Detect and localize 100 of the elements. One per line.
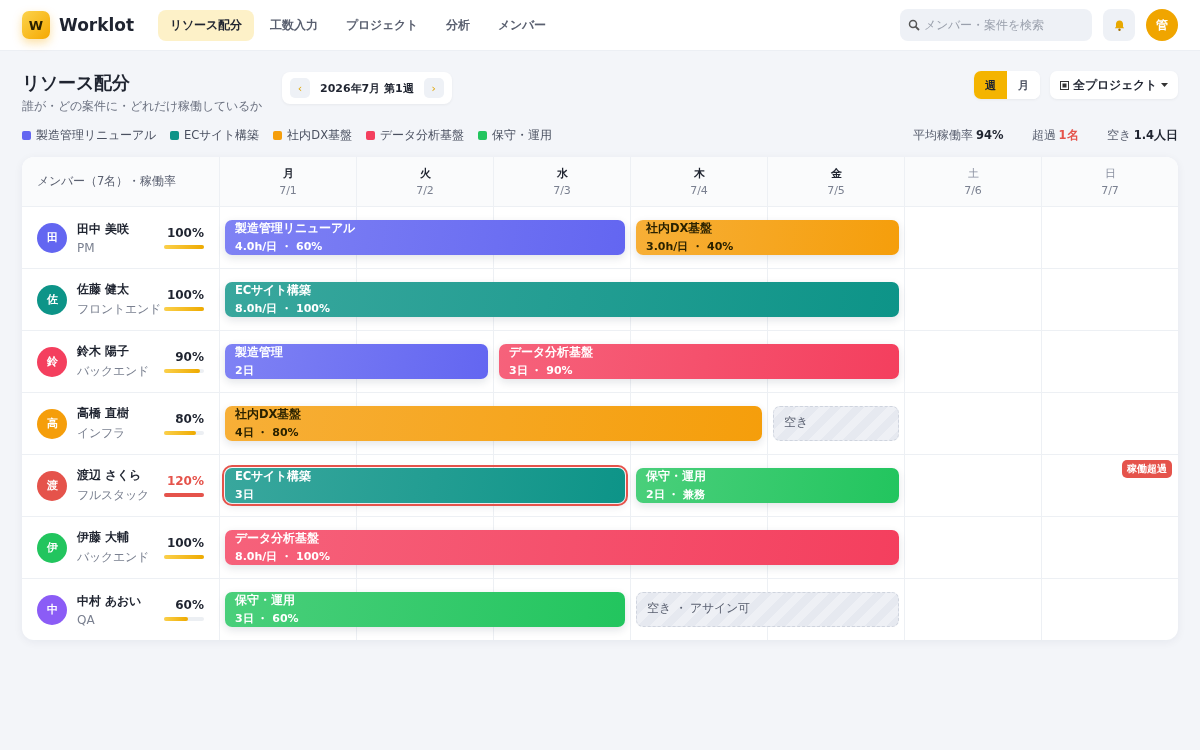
view-toggle[interactable]: 週 [974, 71, 1007, 99]
member-role: QA [77, 612, 96, 627]
utilization-rate: 90% [175, 350, 204, 364]
nav-tab[interactable]: メンバー [486, 9, 559, 41]
assignment-bar[interactable]: 社内DX基盤 4日 ・ 80% [225, 406, 762, 441]
utilization-rate: 100% [166, 288, 204, 302]
member-name: 佐藤 健太 [77, 281, 131, 298]
bar-title: 製造管理リニューアル [235, 221, 356, 236]
page-subtitle: 誰が・どの案件に・どれだけ稼働しているか [22, 99, 262, 114]
assignment-bar[interactable]: 社内DX基盤 3.0h/日 ・ 40% [636, 220, 899, 255]
utilization-rate: 60% [175, 598, 204, 612]
member-column-header: メンバー（7名）・稼働率 [37, 174, 177, 189]
day-date: 7/3 [553, 184, 571, 197]
bar-title: ECサイト構築 [235, 469, 313, 484]
member-role: バックエンド [77, 549, 150, 566]
summary-stat: 平均稼働率 94% [913, 128, 1004, 143]
utilization-meter [164, 617, 204, 621]
bar-detail: 2日 ・ 兼務 [646, 487, 707, 502]
day-date: 7/1 [279, 184, 297, 197]
member-avatar: 佐 [37, 284, 67, 315]
member-avatar: 高 [37, 408, 67, 439]
legend-label: 保守・運用 [492, 128, 553, 143]
bar-title: データ分析基盤 [235, 531, 320, 546]
utilization-meter [164, 493, 204, 497]
day-date: 7/6 [964, 184, 982, 197]
bar-detail: 3日 ・ 90% [509, 363, 574, 378]
member-avatar: 渡 [37, 470, 67, 501]
nav-tab[interactable]: リソース配分 [158, 9, 255, 41]
bar-detail: 3.0h/日 ・ 40% [646, 239, 735, 254]
utilization-meter [164, 245, 204, 249]
view-toggle[interactable]: 月 [1007, 71, 1040, 99]
day-name: 土 [967, 166, 979, 181]
utilization-rate: 120% [166, 474, 204, 488]
page-title: リソース配分 [22, 71, 131, 95]
app-logo: W [22, 11, 50, 39]
legend-label: 製造管理リニューアル [36, 128, 156, 143]
member-role: PM [77, 240, 96, 255]
assignment-bar[interactable]: 製造管理リニューアル 4.0h/日 ・ 60% [225, 220, 625, 255]
legend-label: データ分析基盤 [380, 128, 465, 143]
bar-title: 社内DX基盤 [646, 221, 714, 236]
member-name: 鈴木 陽子 [77, 343, 131, 360]
nav-tab[interactable]: 分析 [434, 9, 483, 41]
member-role: バックエンド [77, 363, 150, 380]
member-role: フルスタック [77, 487, 150, 504]
utilization-rate: 100% [166, 226, 204, 240]
day-date: 7/2 [416, 184, 434, 197]
bar-title: 社内DX基盤 [235, 407, 303, 422]
nav-tab[interactable]: 工数入力 [258, 9, 331, 41]
nav-tab[interactable]: プロジェクト [334, 9, 431, 41]
bar-title: 製造管理 [235, 345, 284, 360]
bar-detail: 8.0h/日 ・ 100% [235, 549, 331, 564]
member-role: フロントエンド [77, 301, 162, 318]
utilization-rate: 100% [166, 536, 204, 550]
overload-badge: 稼働超過 [1122, 460, 1172, 478]
day-date: 7/4 [690, 184, 708, 197]
member-name: 田中 美咲 [77, 220, 131, 238]
utilization-meter [164, 555, 204, 559]
period-label: 2026年7月 第1週 [320, 80, 414, 96]
bar-detail: 4.0h/日 ・ 60% [235, 239, 324, 254]
bar-title: データ分析基盤 [509, 345, 594, 360]
legend-label: ECサイト構築 [184, 128, 260, 143]
square-icon [1060, 80, 1069, 90]
member-name: 渡辺 さくら [77, 467, 143, 484]
member-name: 伊藤 大輔 [77, 529, 131, 546]
member-avatar: 伊 [37, 532, 67, 563]
utilization-meter [164, 369, 204, 373]
day-name: 木 [693, 166, 705, 181]
member-avatar: 中 [37, 594, 67, 625]
bar-detail: 3日 [235, 487, 255, 502]
free-slot[interactable]: 空き ・ アサイン可 [636, 592, 899, 627]
assignment-bar[interactable]: ECサイト構築 3日 [225, 468, 625, 503]
bar-detail: 8.0h/日 ・ 100% [235, 301, 331, 316]
day-date: 7/5 [827, 184, 845, 197]
bar-title: 保守・運用 [646, 469, 707, 484]
member-avatar: 田 [37, 222, 67, 253]
assignment-bar[interactable]: 製造管理 2日 [225, 344, 488, 379]
bar-detail: 3日 ・ 60% [235, 611, 300, 626]
bar-title: 保守・運用 [235, 593, 296, 608]
utilization-meter [164, 431, 204, 435]
notification-button[interactable] [1103, 9, 1135, 41]
project-filter[interactable]: 全プロジェクト [1050, 71, 1178, 99]
member-name: 中村 あおい [77, 592, 143, 610]
bell-icon [1112, 18, 1126, 32]
assignment-bar[interactable]: データ分析基盤 3日 ・ 90% [499, 344, 899, 379]
utilization-rate: 80% [175, 412, 204, 426]
free-slot[interactable]: 空き [773, 406, 899, 441]
legend-label: 社内DX基盤 [287, 128, 353, 143]
summary-stat: 空き 1.4人日 [1106, 128, 1178, 143]
bar-title: ECサイト構築 [235, 283, 313, 298]
app-name: Worklot [59, 15, 135, 35]
search-field[interactable]: メンバー・案件を検索 [900, 9, 1092, 41]
member-name: 高橋 直樹 [77, 405, 131, 422]
member-role: インフラ [77, 425, 126, 442]
free-slot-label: 空き ・ アサイン可 [647, 601, 752, 616]
day-name: 火 [419, 166, 431, 181]
day-date: 7/7 [1101, 184, 1119, 197]
day-name: 金 [830, 166, 842, 181]
member-avatar: 鈴 [37, 346, 67, 377]
day-name: 水 [556, 166, 568, 181]
assignment-bar[interactable]: データ分析基盤 8.0h/日 ・ 100% [225, 530, 899, 565]
